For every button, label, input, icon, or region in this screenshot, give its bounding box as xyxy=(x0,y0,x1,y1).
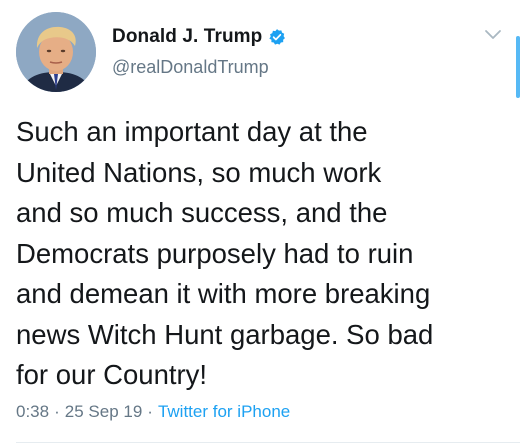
meta-separator: · xyxy=(54,402,60,421)
tweet-text: Such an important day at the United Nati… xyxy=(16,116,434,390)
tweet-time[interactable]: 0:38 xyxy=(16,402,49,422)
tweet-source-link[interactable]: Twitter for iPhone xyxy=(158,402,290,422)
author-handle[interactable]: @realDonaldTrump xyxy=(112,57,269,78)
tweet-card: Donald J. Trump @realDonaldTrump Such an… xyxy=(0,0,520,448)
tweet-meta: 0:38 · 25 Sep 19 · Twitter for iPhone xyxy=(16,402,290,422)
tweet-date[interactable]: 25 Sep 19 xyxy=(65,402,143,422)
divider xyxy=(16,442,520,443)
chevron-down-icon[interactable] xyxy=(484,28,502,42)
author-name-row: Donald J. Trump xyxy=(112,26,286,48)
display-name[interactable]: Donald J. Trump xyxy=(112,26,262,48)
meta-separator: · xyxy=(147,402,153,421)
avatar-photo xyxy=(16,12,96,92)
scrollbar[interactable] xyxy=(516,36,520,98)
verified-badge-icon xyxy=(268,28,286,46)
avatar[interactable] xyxy=(16,12,96,92)
